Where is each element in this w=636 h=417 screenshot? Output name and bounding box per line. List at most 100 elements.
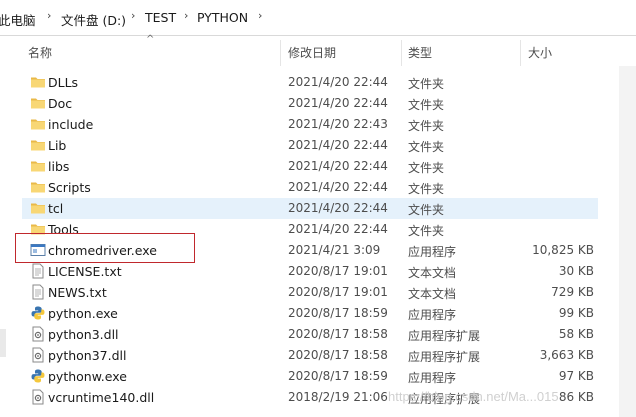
file-row[interactable]: libs 2021/4/20 22:44 文件夹	[22, 156, 598, 177]
file-size: 10,825 KB	[532, 243, 594, 257]
file-type: 文件夹	[408, 182, 445, 196]
chevron-right-icon[interactable]: ›	[258, 9, 262, 22]
file-modified-date: 2020/8/17 18:59	[288, 369, 388, 383]
watermark: https://blog.csdn.net/Ma...015	[388, 389, 559, 404]
column-header-size[interactable]: 大小	[528, 40, 598, 66]
file-row[interactable]: Lib 2021/4/20 22:44 文件夹	[22, 135, 598, 156]
file-size: 3,663 KB	[539, 348, 594, 362]
file-row[interactable]: Doc 2021/4/20 22:44 文件夹	[22, 93, 598, 114]
column-divider[interactable]	[520, 40, 521, 66]
file-type: 应用程序扩展	[408, 329, 481, 343]
file-modified-date: 2020/8/17 18:59	[288, 306, 388, 320]
file-row[interactable]: LICENSE.txt 2020/8/17 19:01 文本文档 30 KB	[22, 261, 598, 282]
folder-icon	[30, 74, 46, 90]
file-type: 应用程序	[408, 371, 457, 385]
file-row[interactable]: python37.dll 2020/8/17 18:58 应用程序扩展 3,66…	[22, 345, 598, 366]
file-type: 文件夹	[408, 161, 445, 175]
file-type: 文本文档	[408, 266, 457, 280]
file-row[interactable]: python.exe 2020/8/17 18:59 应用程序 99 KB	[22, 303, 598, 324]
file-name: pythonw.exe	[48, 369, 127, 384]
file-row[interactable]: pythonw.exe 2020/8/17 18:59 应用程序 97 KB	[22, 366, 598, 387]
file-type: 文本文档	[408, 287, 457, 301]
file-size: 86 KB	[558, 390, 594, 404]
file-name: Scripts	[48, 180, 91, 195]
breadcrumb-test[interactable]: TEST	[145, 10, 176, 25]
file-name: LICENSE.txt	[48, 264, 122, 279]
folder-icon	[30, 200, 46, 216]
file-size: 97 KB	[558, 369, 594, 383]
file-modified-date: 2021/4/20 22:44	[288, 138, 388, 152]
file-name: NEWS.txt	[48, 285, 107, 300]
column-header-type[interactable]: 类型	[408, 40, 518, 66]
chevron-right-icon[interactable]: ›	[131, 9, 135, 22]
folder-icon	[30, 95, 46, 111]
file-row[interactable]: python3.dll 2020/8/17 18:58 应用程序扩展 58 KB	[22, 324, 598, 345]
file-type: 文件夹	[408, 119, 445, 133]
file-modified-date: 2021/4/20 22:44	[288, 96, 388, 110]
file-type: 文件夹	[408, 77, 445, 91]
file-type: 应用程序扩展	[408, 350, 481, 364]
file-type: 文件夹	[408, 98, 445, 112]
address-bar[interactable]: 此电脑 › 文件盘 (D:) › TEST › PYTHON ›	[0, 0, 636, 36]
folder-icon	[30, 137, 46, 153]
python-icon	[30, 368, 46, 384]
file-modified-date: 2021/4/20 22:44	[288, 201, 388, 215]
folder-icon	[30, 116, 46, 132]
file-modified-date: 2021/4/20 22:44	[288, 222, 388, 236]
breadcrumb-this-pc[interactable]: 此电脑	[0, 10, 36, 29]
file-name: vcruntime140.dll	[48, 390, 155, 405]
file-name: DLLs	[48, 75, 79, 90]
file-modified-date: 2020/8/17 18:58	[288, 348, 388, 362]
column-divider[interactable]	[401, 40, 402, 66]
file-size: 30 KB	[558, 264, 594, 278]
file-size: 99 KB	[558, 306, 594, 320]
file-type: 文件夹	[408, 224, 445, 238]
text-file-icon	[30, 284, 46, 300]
file-type: 应用程序	[408, 308, 457, 322]
file-name: Doc	[48, 96, 73, 111]
file-size: 729 KB	[551, 285, 594, 299]
file-type: 文件夹	[408, 140, 445, 154]
highlight-box	[15, 233, 195, 263]
file-modified-date: 2020/8/17 19:01	[288, 285, 388, 299]
file-name: python.exe	[48, 306, 118, 321]
file-name: include	[48, 117, 94, 132]
navigation-pane-edge	[0, 329, 6, 357]
chevron-right-icon[interactable]: ›	[47, 9, 51, 22]
file-name: python37.dll	[48, 348, 127, 363]
file-modified-date: 2021/4/20 22:43	[288, 117, 388, 131]
breadcrumb-python[interactable]: PYTHON	[197, 10, 248, 25]
dll-icon	[30, 326, 46, 342]
file-modified-date: 2021/4/20 22:44	[288, 180, 388, 194]
file-size: 58 KB	[558, 327, 594, 341]
file-row[interactable]: tcl 2021/4/20 22:44 文件夹	[22, 198, 598, 219]
dll-icon	[30, 347, 46, 363]
text-file-icon	[30, 263, 46, 279]
file-modified-date: 2021/4/20 22:44	[288, 159, 388, 173]
file-modified-date: 2021/4/21 3:09	[288, 243, 381, 257]
folder-icon	[30, 158, 46, 174]
python-icon	[30, 305, 46, 321]
column-header-name[interactable]: 名称	[28, 40, 278, 66]
file-row[interactable]: include 2021/4/20 22:43 文件夹	[22, 114, 598, 135]
file-modified-date: 2021/4/20 22:44	[288, 75, 388, 89]
file-name: python3.dll	[48, 327, 119, 342]
file-modified-date: 2018/2/19 21:06	[288, 390, 388, 404]
file-modified-date: 2020/8/17 18:58	[288, 327, 388, 341]
file-type: 应用程序	[408, 245, 457, 259]
dll-icon	[30, 389, 46, 405]
file-row[interactable]: NEWS.txt 2020/8/17 19:01 文本文档 729 KB	[22, 282, 598, 303]
file-type: 文件夹	[408, 203, 445, 217]
file-modified-date: 2020/8/17 19:01	[288, 264, 388, 278]
file-row[interactable]: DLLs 2021/4/20 22:44 文件夹	[22, 72, 598, 93]
file-row[interactable]: Scripts 2021/4/20 22:44 文件夹	[22, 177, 598, 198]
chevron-right-icon[interactable]: ›	[184, 9, 188, 22]
column-header-modified[interactable]: 修改日期	[288, 40, 398, 66]
vertical-scrollbar[interactable]	[619, 66, 636, 417]
file-name: tcl	[48, 201, 64, 216]
file-name: Lib	[48, 138, 67, 153]
column-divider[interactable]	[280, 40, 281, 66]
breadcrumb-drive-d[interactable]: 文件盘 (D:)	[61, 10, 126, 29]
file-name: libs	[48, 159, 70, 174]
folder-icon	[30, 179, 46, 195]
